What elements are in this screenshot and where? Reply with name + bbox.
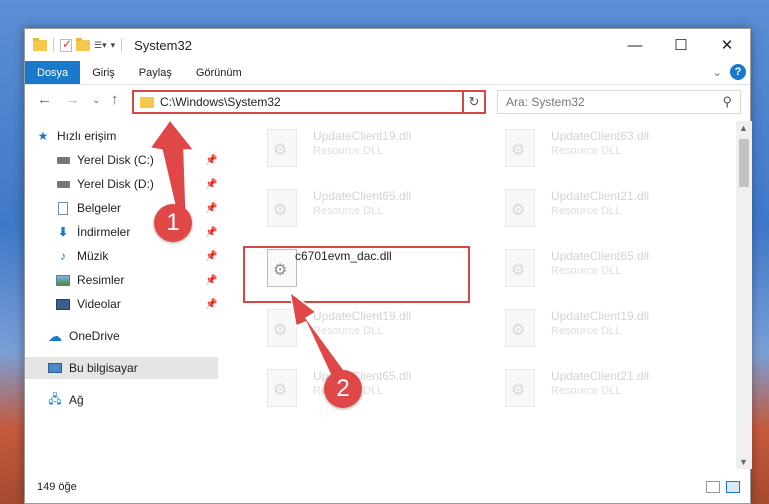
annotation-arrows — [148, 118, 346, 380]
arrow-1 — [148, 118, 196, 211]
step-2-badge: 2 — [324, 370, 362, 408]
step-1-badge: 1 — [154, 204, 192, 242]
arrow-2 — [288, 290, 346, 380]
